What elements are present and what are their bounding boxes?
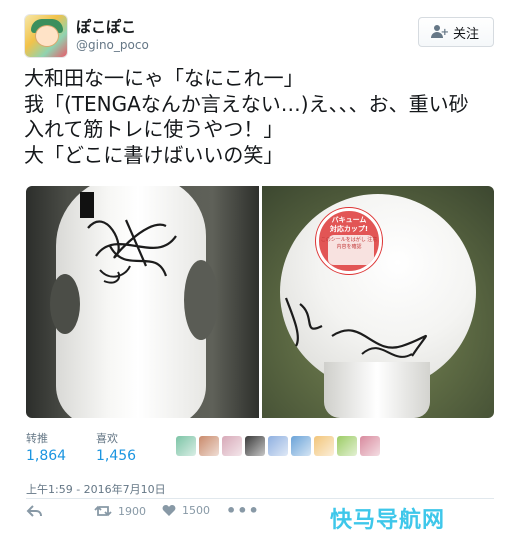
tweet-line-3: 入れて筋トレに使うやつ！」 — [24, 117, 284, 141]
more-dots-icon: ••• — [226, 501, 260, 520]
retweet-icon — [94, 505, 112, 517]
retweet-stat-value: 1,864 — [26, 448, 67, 464]
liker-avatar[interactable] — [337, 436, 357, 456]
liker-avatar[interactable] — [291, 436, 311, 456]
follow-button[interactable]: + 关注 — [417, 17, 494, 47]
tweet-stats: 转推 1,864 喜欢 1,456 — [26, 430, 496, 464]
site-watermark: 快马导航网 — [330, 508, 446, 533]
tweet-line-2: 我「(TENGAなんか言えない…)え、、、お、重い砂 — [24, 91, 469, 116]
liker-avatar[interactable] — [176, 436, 196, 456]
retweet-count: 1900 — [118, 504, 146, 518]
reply-button[interactable] — [26, 504, 42, 518]
tweet-line-4: 大「どこに書けばいいの笑」 — [24, 142, 284, 167]
tweet-line-1: 大和田な一にゃ「なにこれ一」 — [24, 66, 304, 90]
liker-avatar[interactable] — [199, 436, 219, 456]
liker-avatar[interactable] — [360, 436, 380, 456]
liker-avatar[interactable] — [245, 436, 265, 456]
like-stat[interactable]: 喜欢 1,456 — [96, 430, 136, 464]
user-handle[interactable]: @gino_poco — [76, 38, 149, 52]
follow-user-icon: + — [430, 25, 449, 39]
liker-avatars — [176, 436, 380, 456]
retweet-button[interactable]: 1900 — [94, 504, 146, 518]
tweet-header: ぽこぽこ @gino_poco + 关注 — [24, 14, 494, 60]
retweet-stat[interactable]: 转推 1,864 — [26, 430, 66, 464]
like-count: 1500 — [182, 504, 210, 517]
avatar[interactable] — [24, 14, 68, 58]
tweet-timestamp[interactable]: 上午1:59 - 2016年7月10日 — [26, 481, 166, 497]
avatar-face — [35, 25, 59, 47]
like-stat-value: 1,456 — [96, 448, 137, 464]
retweet-stat-label: 转推 — [26, 432, 48, 445]
signature-drawing-right — [284, 297, 428, 358]
like-button[interactable]: 1500 — [162, 504, 210, 517]
liker-avatar[interactable] — [268, 436, 288, 456]
tweet-text: 大和田な一にゃ「なにこれ一」 我「(TENGAなんか言えない…)え、、、お、重い… — [24, 66, 494, 168]
heart-icon — [162, 505, 176, 516]
liker-avatar[interactable] — [314, 436, 334, 456]
user-name[interactable]: ぽこぽこ — [76, 16, 136, 37]
more-button[interactable]: ••• — [226, 501, 260, 520]
reply-icon — [26, 505, 42, 517]
divider — [26, 498, 494, 499]
liker-avatar[interactable] — [222, 436, 242, 456]
signature-drawing — [87, 219, 177, 284]
like-stat-label: 喜欢 — [96, 432, 118, 445]
follow-button-label: 关注 — [452, 26, 479, 42]
tweet-photo-left[interactable] — [26, 186, 259, 418]
tweet-photo-right[interactable]: バキューム 対応カップ! このシールをはがし 注意内容を確認 — [262, 186, 494, 418]
